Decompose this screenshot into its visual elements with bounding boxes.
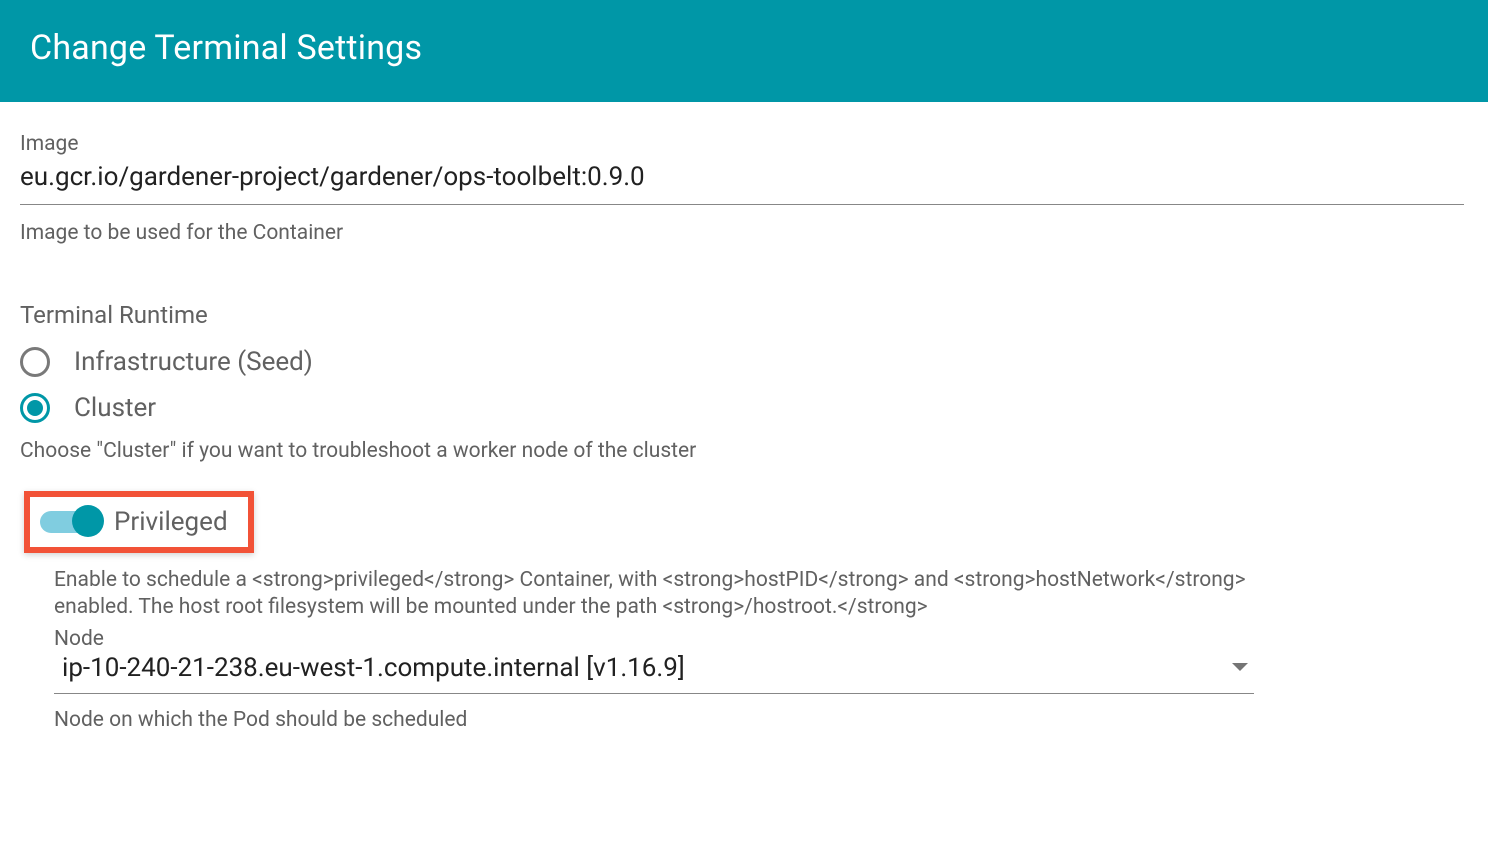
privileged-highlight: Privileged: [24, 491, 254, 553]
switch-thumb: [72, 505, 104, 537]
privileged-label: Privileged: [114, 507, 228, 537]
image-input[interactable]: [20, 162, 1464, 205]
chevron-down-icon: [1232, 663, 1248, 673]
privileged-switch[interactable]: [40, 511, 100, 533]
runtime-title: Terminal Runtime: [20, 301, 1464, 329]
runtime-radio-cluster[interactable]: Cluster: [20, 393, 1464, 423]
dialog-content: Image Image to be used for the Container…: [0, 102, 1488, 732]
node-select[interactable]: ip-10-240-21-238.eu-west-1.compute.inter…: [54, 653, 1254, 694]
radio-icon-selected: [20, 393, 50, 423]
runtime-helper: Choose "Cluster" if you want to troubles…: [20, 439, 1464, 463]
radio-inner-dot: [27, 400, 43, 416]
runtime-option-label: Cluster: [74, 393, 156, 423]
node-label: Node: [54, 627, 1464, 651]
node-value: ip-10-240-21-238.eu-west-1.compute.inter…: [54, 653, 1232, 683]
runtime-radio-infrastructure[interactable]: Infrastructure (Seed): [20, 347, 1464, 377]
image-label: Image: [20, 132, 1464, 156]
runtime-option-label: Infrastructure (Seed): [74, 347, 313, 377]
dialog-title: Change Terminal Settings: [30, 28, 1458, 68]
privileged-helper: Enable to schedule a <strong>privileged<…: [54, 567, 1264, 621]
node-helper: Node on which the Pod should be schedule…: [54, 708, 1464, 732]
radio-icon: [20, 347, 50, 377]
image-helper: Image to be used for the Container: [20, 221, 1464, 245]
dialog-header: Change Terminal Settings: [0, 0, 1488, 102]
